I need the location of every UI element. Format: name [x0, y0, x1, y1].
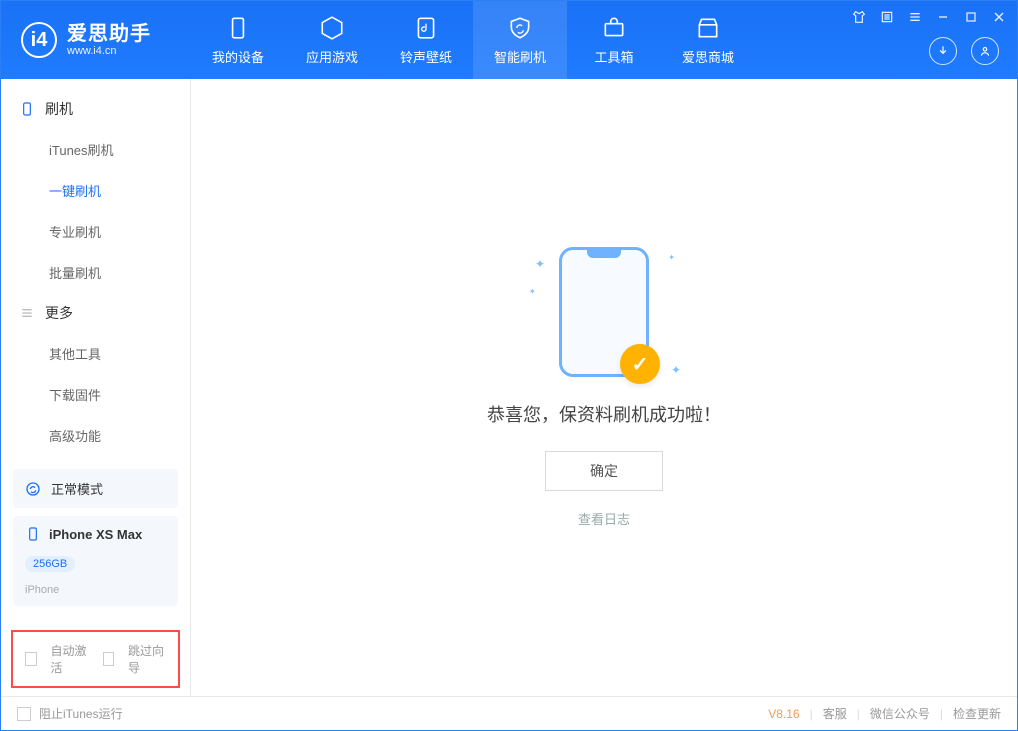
auto-activate-checkbox[interactable]	[25, 652, 37, 666]
skip-guide-checkbox[interactable]	[103, 652, 115, 666]
group-title-label: 更多	[45, 303, 73, 323]
sidebar-item-oneclick-flash[interactable]: 一键刷机	[1, 170, 190, 211]
logo-icon: i4	[21, 22, 57, 58]
download-icon[interactable]	[929, 37, 957, 65]
group-title-label: 刷机	[45, 99, 73, 119]
maximize-button[interactable]	[963, 9, 979, 25]
nav-label: 应用游戏	[306, 47, 358, 66]
nav-label: 工具箱	[594, 47, 633, 66]
device-phone-icon	[25, 526, 41, 542]
version-label: V8.16	[768, 707, 799, 721]
sparkle-icon: ✦	[535, 257, 545, 271]
phone-icon	[225, 15, 251, 41]
phone-illustration: ✓	[559, 247, 649, 377]
sidebar-item-pro-flash[interactable]: 专业刷机	[1, 211, 190, 252]
footer: 阻止iTunes运行 V8.16 | 客服 | 微信公众号 | 检查更新	[1, 696, 1017, 730]
list-icon[interactable]	[879, 9, 895, 25]
nav-label: 爱思商城	[682, 47, 734, 66]
logo-section: i4 爱思助手 www.i4.cn	[1, 22, 191, 58]
sidebar-group-flash: 刷机	[1, 89, 190, 129]
nav-tab-flash[interactable]: 智能刷机	[473, 1, 567, 79]
toolbox-icon	[601, 15, 627, 41]
menu-icon[interactable]	[907, 9, 923, 25]
window-controls	[851, 9, 1007, 25]
sidebar-item-batch-flash[interactable]: 批量刷机	[1, 252, 190, 293]
sidebar-item-advanced[interactable]: 高级功能	[1, 415, 190, 456]
sidebar-item-other-tools[interactable]: 其他工具	[1, 333, 190, 374]
ok-button[interactable]: 确定	[545, 451, 663, 491]
sync-icon	[25, 481, 41, 497]
nav-label: 智能刷机	[494, 47, 546, 66]
header-right-icons	[929, 37, 999, 65]
skip-guide-label: 跳过向导	[128, 642, 166, 676]
support-link[interactable]: 客服	[823, 705, 847, 722]
app-site: www.i4.cn	[67, 45, 151, 57]
nav-tab-ringtone[interactable]: 铃声壁纸	[379, 1, 473, 79]
sidebar-group-more: 更多	[1, 293, 190, 333]
phone-outline-icon	[19, 101, 35, 117]
check-update-link[interactable]: 检查更新	[953, 705, 1001, 722]
nav-tab-apps[interactable]: 应用游戏	[285, 1, 379, 79]
music-file-icon	[413, 15, 439, 41]
auto-activate-label: 自动激活	[51, 642, 89, 676]
sparkle-icon: ✦	[529, 287, 536, 296]
success-illustration: ✦ ✦ ✦ ✦ ✓	[559, 247, 649, 395]
storage-badge: 256GB	[25, 556, 75, 572]
mode-label: 正常模式	[51, 479, 103, 498]
app-name: 爱思助手	[67, 23, 151, 45]
block-itunes-label: 阻止iTunes运行	[39, 705, 123, 722]
wechat-link[interactable]: 微信公众号	[870, 705, 930, 722]
nav-tab-store[interactable]: 爱思商城	[661, 1, 755, 79]
list-lines-icon	[19, 305, 35, 321]
nav-label: 我的设备	[212, 47, 264, 66]
minimize-button[interactable]	[935, 9, 951, 25]
sidebar: 刷机 iTunes刷机 一键刷机 专业刷机 批量刷机 更多 其他工具 下载固件 …	[1, 79, 191, 696]
device-card[interactable]: iPhone XS Max 256GB iPhone	[13, 516, 178, 606]
success-message: 恭喜您，保资料刷机成功啦！	[487, 401, 721, 427]
nav-tab-toolbox[interactable]: 工具箱	[567, 1, 661, 79]
shirt-icon[interactable]	[851, 9, 867, 25]
nav-tabs: 我的设备 应用游戏 铃声壁纸 智能刷机 工具箱 爱思商城	[191, 1, 755, 79]
sparkle-icon: ✦	[671, 363, 681, 377]
user-icon[interactable]	[971, 37, 999, 65]
cube-icon	[319, 15, 345, 41]
app-header: i4 爱思助手 www.i4.cn 我的设备 应用游戏 铃声壁纸 智能刷机 工具…	[1, 1, 1017, 79]
view-log-link[interactable]: 查看日志	[578, 509, 630, 528]
sidebar-item-itunes-flash[interactable]: iTunes刷机	[1, 129, 190, 170]
bottom-options-highlight: 自动激活 跳过向导	[11, 630, 180, 688]
close-button[interactable]	[991, 9, 1007, 25]
nav-label: 铃声壁纸	[400, 47, 452, 66]
store-icon	[695, 15, 721, 41]
nav-tab-device[interactable]: 我的设备	[191, 1, 285, 79]
checkmark-badge-icon: ✓	[620, 344, 660, 384]
sidebar-item-download-firmware[interactable]: 下载固件	[1, 374, 190, 415]
main-content: ✦ ✦ ✦ ✦ ✓ 恭喜您，保资料刷机成功啦！ 确定 查看日志	[191, 79, 1017, 696]
device-type: iPhone	[25, 584, 59, 596]
mode-card[interactable]: 正常模式	[13, 469, 178, 508]
block-itunes-checkbox[interactable]	[17, 707, 31, 721]
refresh-shield-icon	[507, 15, 533, 41]
sparkle-icon: ✦	[668, 253, 675, 262]
device-name: iPhone XS Max	[49, 527, 142, 542]
